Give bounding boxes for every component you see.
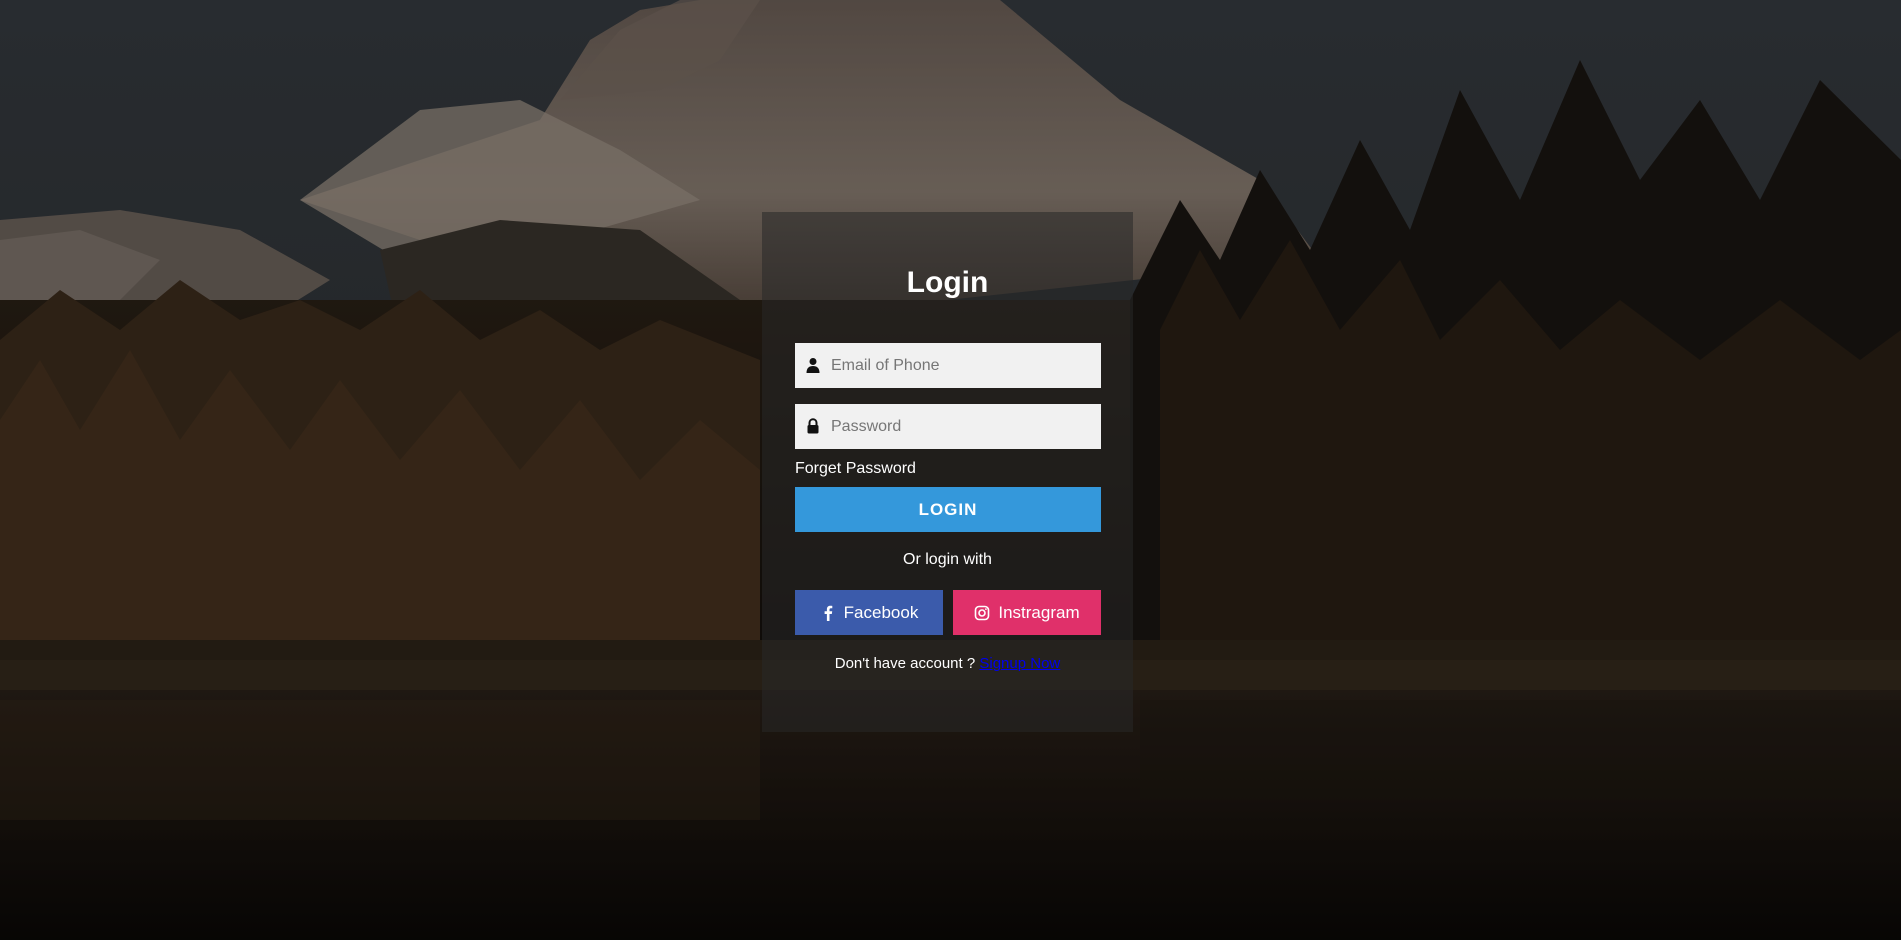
no-account-text: Don't have account ? xyxy=(834,655,976,672)
login-button[interactable]: LOGIN xyxy=(795,487,1101,532)
facebook-button[interactable]: Facebook xyxy=(795,590,943,635)
facebook-icon xyxy=(824,605,832,621)
signup-link[interactable]: Signup Now xyxy=(979,655,1060,672)
instagram-button[interactable]: Instragram xyxy=(953,590,1101,635)
instagram-icon xyxy=(975,605,990,620)
facebook-label: Facebook xyxy=(843,602,919,622)
login-card: Login Forget Password LOGIN Or login wit… xyxy=(762,212,1133,732)
or-login-with-text: Or login with xyxy=(903,551,992,568)
login-title: Login xyxy=(906,266,989,299)
password-field[interactable] xyxy=(795,404,1101,449)
user-icon xyxy=(806,358,820,373)
background-scene: Login Forget Password LOGIN Or login wit… xyxy=(0,0,1901,940)
signup-prompt: Don't have account ? Signup Now xyxy=(762,655,1133,672)
instagram-label: Instragram xyxy=(998,602,1080,622)
forget-password-link[interactable]: Forget Password xyxy=(795,459,916,478)
password-input[interactable] xyxy=(831,404,1093,449)
email-input[interactable] xyxy=(831,343,1093,388)
email-field[interactable] xyxy=(795,343,1101,388)
lock-icon xyxy=(807,418,819,434)
